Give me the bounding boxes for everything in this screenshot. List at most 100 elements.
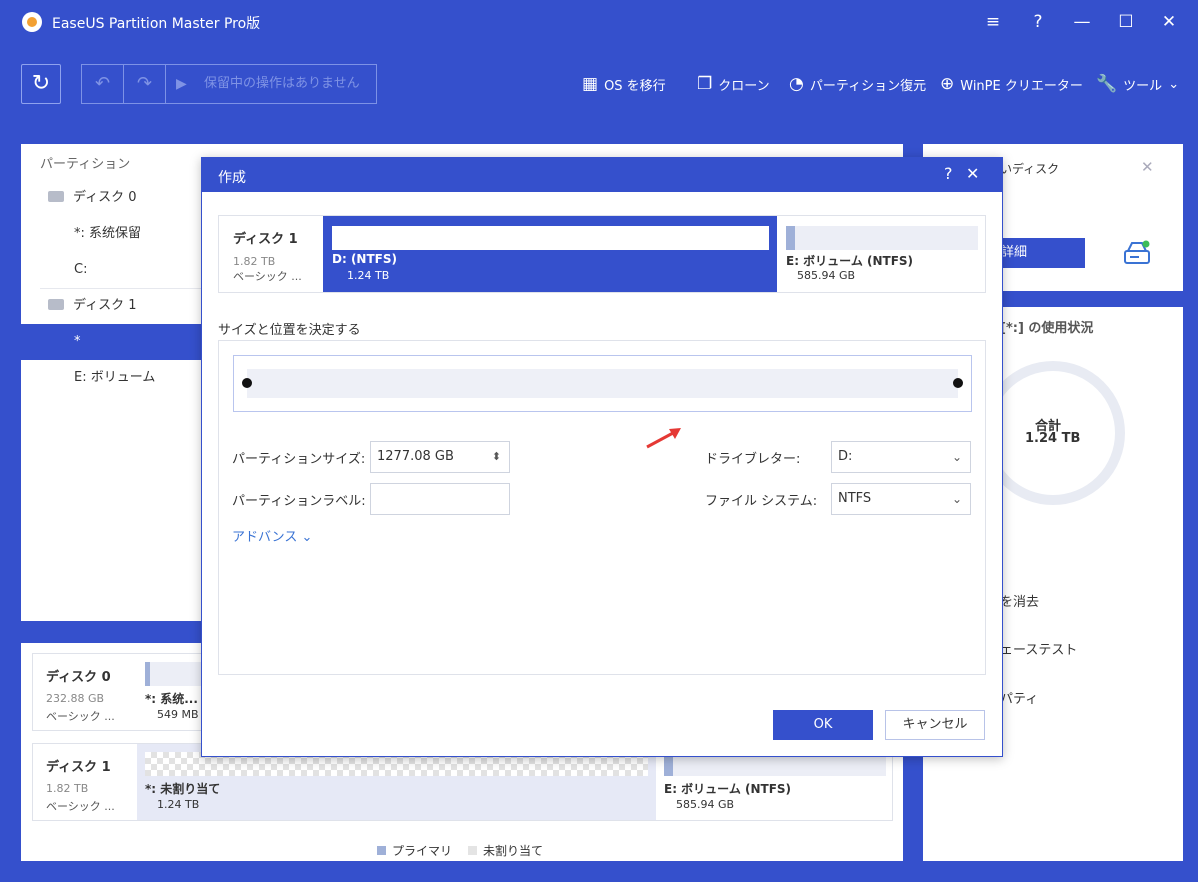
- partition-size: 585.94 GB: [797, 269, 856, 282]
- migrate-os-button[interactable]: ▦ OS を移行: [582, 74, 666, 94]
- legend-label: プライマリ: [392, 844, 453, 858]
- file-system-select[interactable]: NTFS ⌄: [831, 483, 971, 515]
- tree-item-unallocated[interactable]: *: [21, 324, 203, 360]
- tree-item-c[interactable]: C:: [21, 252, 203, 288]
- partition-usage-bar: [332, 226, 769, 250]
- partition-size: 585.94 GB: [676, 798, 735, 811]
- section-label: サイズと位置を決定する: [218, 323, 361, 338]
- winpe-creator-button[interactable]: ⊕ WinPE クリエーター: [940, 74, 1083, 94]
- action-surface-test[interactable]: ェーステスト: [1000, 639, 1077, 658]
- redo-button[interactable]: ↷: [124, 65, 166, 103]
- spinner-arrows-icon[interactable]: ⬍: [492, 442, 501, 472]
- tree-item-label: ディスク 1: [73, 298, 137, 313]
- legend-primary: プライマリ: [377, 842, 452, 859]
- legend-unallocated: 未割り当て: [468, 842, 543, 859]
- ok-button[interactable]: OK: [773, 710, 873, 740]
- disk-size: 1.82 TB: [233, 255, 276, 268]
- legend-swatch: [377, 846, 386, 855]
- help-icon[interactable]: ?: [1024, 8, 1052, 36]
- disk-icon: [48, 299, 64, 310]
- legend-swatch: [468, 846, 477, 855]
- tree-item-e[interactable]: E: ボリューム: [21, 360, 203, 396]
- play-icon[interactable]: ▶: [176, 65, 187, 103]
- dialog-close-icon[interactable]: ✕: [966, 164, 979, 183]
- partition-restore-button[interactable]: ◔ パーティション復元: [789, 74, 926, 94]
- usage-total-value: 1.24 TB: [1025, 431, 1081, 446]
- partition-restore-label: パーティション復元: [809, 78, 927, 94]
- partition-size: 1.24 TB: [157, 798, 200, 811]
- tree-item-label: C:: [74, 262, 88, 277]
- toolbar: ↻ ↶ ↷ ▶ 保留中の操作はありません ▦ OS を移行 ❐ クローン ◔ パ…: [0, 44, 1198, 124]
- tools-menu-button[interactable]: 🔧 ツール ⌄: [1096, 74, 1179, 94]
- disk-size: 232.88 GB: [46, 692, 105, 705]
- clone-icon: ❐: [697, 74, 713, 94]
- clone-label: クローン: [718, 78, 770, 94]
- slider-right-handle[interactable]: [953, 378, 963, 388]
- file-system-label: ファイル システム:: [705, 494, 818, 509]
- partition-size-value: 1277.08 GB: [377, 449, 454, 464]
- title-bar: EaseUS Partition Master Pro版 ≡ ? — ☐ ✕: [0, 0, 1198, 44]
- app-logo-icon: [22, 12, 42, 32]
- close-window-button[interactable]: ✕: [1155, 8, 1183, 36]
- partition-block-e[interactable]: E: ボリューム (NTFS) 585.94 GB: [777, 216, 985, 292]
- disk-type: ベーシック ...: [46, 710, 115, 723]
- close-icon[interactable]: ✕: [1141, 158, 1154, 176]
- tree-item-disk0[interactable]: ディスク 0: [21, 180, 203, 216]
- partition-label: *: 系统...: [145, 692, 198, 706]
- chevron-down-icon: ⌄: [951, 492, 962, 506]
- slider-left-handle[interactable]: [242, 378, 252, 388]
- minimize-button[interactable]: —: [1068, 8, 1096, 36]
- cancel-button[interactable]: キャンセル: [885, 710, 985, 740]
- pending-operations-label: 保留中の操作はありません: [204, 76, 360, 91]
- dialog-help-icon[interactable]: ?: [944, 164, 953, 183]
- maximize-button[interactable]: ☐: [1112, 8, 1140, 36]
- drive-letter-value: D:: [838, 449, 853, 464]
- drive-letter-label: ドライブレター:: [705, 452, 801, 467]
- file-system-value: NTFS: [838, 491, 872, 506]
- slider-track: [247, 369, 958, 398]
- operation-queue: ↶ ↷ ▶ 保留中の操作はありません: [81, 64, 377, 104]
- undo-button[interactable]: ↶: [82, 65, 124, 103]
- partition-block-d[interactable]: D: (NTFS) 1.24 TB: [323, 216, 777, 292]
- windows-icon: ▦: [582, 74, 599, 94]
- action-wipe[interactable]: を消去: [1000, 591, 1039, 610]
- wrench-icon: 🔧: [1096, 74, 1118, 94]
- tree-item-system-reserved[interactable]: *: 系统保留: [21, 216, 203, 252]
- partition-size-label: パーティションサイズ:: [232, 452, 366, 467]
- advanced-toggle[interactable]: アドバンス ⌄: [232, 526, 312, 545]
- tree-item-disk1[interactable]: ディスク 1: [21, 288, 203, 324]
- disk-name: ディスク 1: [233, 232, 298, 247]
- details-button[interactable]: 詳細: [993, 238, 1085, 268]
- tools-label: ツール: [1123, 78, 1163, 94]
- migrate-os-label: OS を移行: [604, 78, 666, 94]
- menu-icon[interactable]: ≡: [979, 8, 1007, 36]
- clone-button[interactable]: ❐ クローン: [697, 74, 770, 94]
- chevron-down-icon: ⌄: [1168, 76, 1180, 92]
- disk-icon: [48, 191, 64, 202]
- tree-item-label: ディスク 0: [73, 190, 137, 205]
- create-partition-dialog: 作成 ? ✕ ディスク 1 1.82 TB ベーシック ... D: (NTFS…: [201, 157, 1003, 757]
- disk-type: ベーシック ...: [46, 800, 115, 813]
- partition-size-input[interactable]: 1277.08 GB ⬍: [370, 441, 510, 473]
- disk-layout-strip: ディスク 1 1.82 TB ベーシック ... D: (NTFS) 1.24 …: [218, 215, 986, 293]
- refresh-button[interactable]: ↻: [21, 64, 61, 104]
- partition-label-label: パーティションラベル:: [232, 494, 366, 509]
- disk-name: ディスク 0: [46, 670, 111, 685]
- app-title: EaseUS Partition Master Pro版: [52, 16, 261, 32]
- partition-label: E: ボリューム (NTFS): [786, 254, 914, 268]
- tree-item-label: E: ボリューム: [74, 370, 156, 385]
- disk-type: ベーシック ...: [233, 270, 302, 283]
- drive-letter-select[interactable]: D: ⌄: [831, 441, 971, 473]
- red-arrow-icon: [643, 425, 683, 451]
- action-properties[interactable]: パティ: [1000, 688, 1038, 707]
- dialog-title: 作成: [218, 170, 246, 186]
- plus-circle-icon: ⊕: [940, 74, 955, 94]
- partition-size: 1.24 TB: [347, 269, 390, 282]
- partition-label-input[interactable]: [370, 483, 510, 515]
- disk-health-icon: [1123, 240, 1151, 266]
- partition-bar[interactable]: [145, 662, 205, 686]
- disk-info: ディスク 1 1.82 TB ベーシック ...: [219, 216, 323, 292]
- partition-slider[interactable]: [233, 355, 972, 412]
- disk-name: ディスク 1: [46, 760, 111, 775]
- disk-info-label: いディスク: [1000, 162, 1060, 176]
